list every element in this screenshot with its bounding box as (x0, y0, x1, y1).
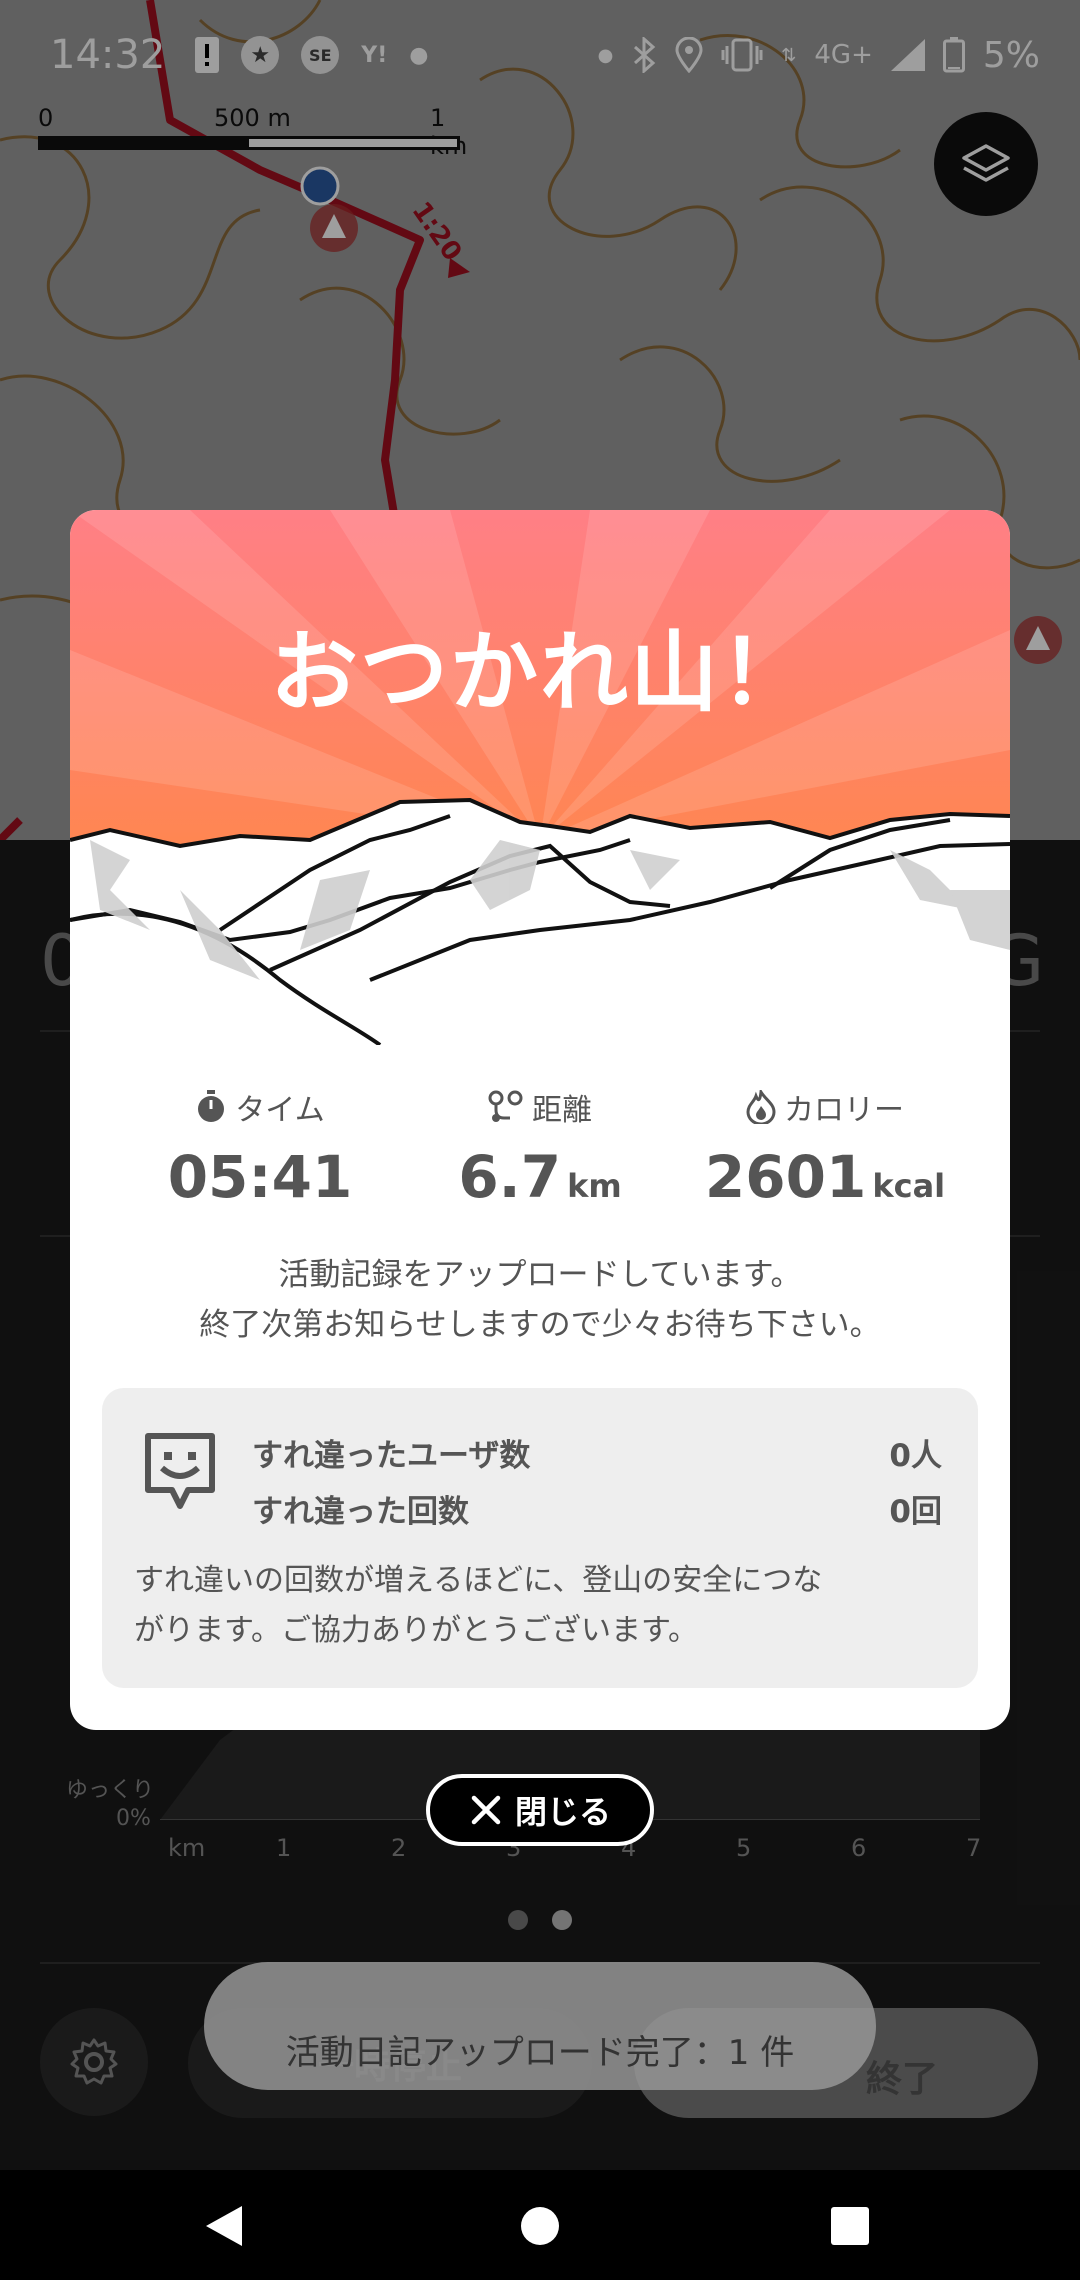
upload-message-line: 終了次第お知らせしますので少々お待ち下さい。 (199, 1307, 881, 1343)
upload-complete-toast: 活動日記アップロード完了：1 件 (204, 1962, 876, 2090)
passing-note-line: すれ違いの回数が増えるほどに、登山の安全につな (134, 1563, 823, 1598)
home-circle-icon (521, 2207, 559, 2245)
recents-button[interactable] (822, 2198, 878, 2254)
recents-square-icon (831, 2207, 869, 2245)
close-button[interactable]: 閉じる (426, 1774, 654, 1846)
close-button-label: 閉じる (514, 1793, 611, 1831)
passing-note-line: がります。ご協力ありがとうございます。 (134, 1613, 698, 1648)
stat-distance: 距離 6.7 km (390, 1085, 690, 1211)
close-icon (471, 1795, 501, 1825)
system-nav-bar (0, 2170, 1080, 2280)
dialog-title: おつかれ山！ (269, 621, 810, 724)
stat-calories-label: カロリー (784, 1093, 904, 1128)
passing-count-value: 0回 (889, 1494, 942, 1530)
passing-count-label: すれ違った回数 (252, 1494, 469, 1530)
stat-distance-value: 6.7 (458, 1143, 562, 1211)
stat-calories-unit: kcal (872, 1167, 946, 1205)
passing-count-row: すれ違った回数 0回 (252, 1486, 942, 1531)
upload-status-message: 活動記録をアップロードしています。 終了次第お知らせしますので少々お待ち下さい。 (70, 1250, 1010, 1350)
back-button[interactable] (196, 2198, 252, 2254)
stopwatch-icon (198, 1090, 225, 1122)
passing-users-value: 0人 (889, 1438, 942, 1474)
route-pin-icon (488, 1090, 523, 1122)
passing-users-label: すれ違ったユーザ数 (252, 1438, 531, 1474)
stat-distance-unit: km (567, 1167, 622, 1205)
stat-time-value: 05:41 (167, 1143, 353, 1211)
back-triangle-icon (206, 2206, 242, 2246)
flame-icon (746, 1090, 776, 1124)
passing-info-box: すれ違ったユーザ数 0人 すれ違った回数 0回 すれ違いの回数が増えるほどに、登… (102, 1388, 978, 1688)
stat-distance-label: 距離 (532, 1093, 592, 1128)
stat-calories: カロリー 2601 kcal (655, 1085, 995, 1211)
passing-note: すれ違いの回数が増えるほどに、登山の安全につな がります。ご協力ありがとうござい… (134, 1556, 954, 1656)
passing-users-row: すれ違ったユーザ数 0人 (252, 1430, 942, 1475)
home-button[interactable] (512, 2198, 568, 2254)
passing-face-icon (145, 1433, 215, 1509)
stat-calories-value: 2601 (704, 1143, 867, 1211)
completion-dialog: おつかれ山！ タイム 05:41 距離 6.7 km カロリー 2601 kca… (70, 510, 1010, 1730)
mountain-illustration (70, 510, 1010, 1045)
stat-time: タイム 05:41 (110, 1085, 410, 1211)
upload-message-line: 活動記録をアップロードしています。 (278, 1257, 802, 1293)
stat-time-label: タイム (235, 1093, 325, 1128)
